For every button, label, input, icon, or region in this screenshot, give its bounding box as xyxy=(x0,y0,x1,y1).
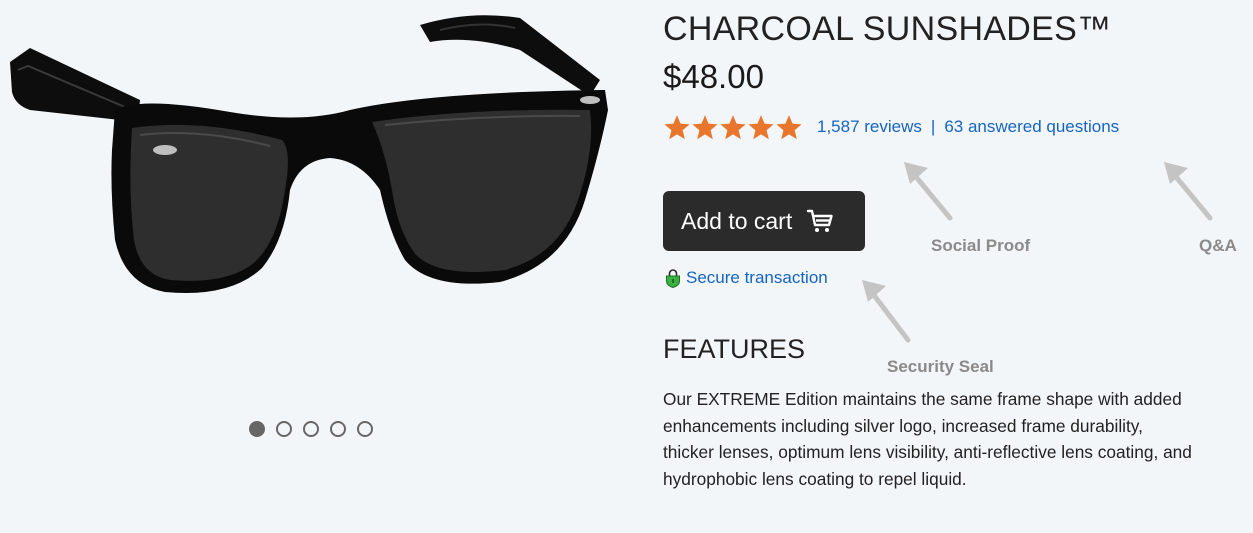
star-icon xyxy=(664,115,690,140)
star-icon xyxy=(720,115,746,140)
star-rating xyxy=(663,113,803,141)
review-links: 1,587 reviews | 63 answered questions xyxy=(817,117,1119,137)
add-to-cart-button[interactable]: Add to cart xyxy=(663,191,865,251)
add-to-cart-label: Add to cart xyxy=(681,207,793,234)
rating-row: 1,587 reviews | 63 answered questions xyxy=(663,113,1119,141)
carousel-dots xyxy=(249,421,373,437)
star-icon xyxy=(748,115,774,140)
secure-transaction-row: Secure transaction xyxy=(665,268,828,288)
product-title: CHARCOAL SUNSHADES™ xyxy=(663,10,1112,48)
sunglasses-image xyxy=(10,15,608,293)
qa-label: Q&A xyxy=(1199,236,1237,255)
carousel-dot-5[interactable] xyxy=(357,421,373,437)
security-seal-label: Security Seal xyxy=(887,357,994,376)
product-details: CHARCOAL SUNSHADES™ $48.00 1,587 reviews… xyxy=(663,0,1253,533)
carousel-dot-1[interactable] xyxy=(249,421,265,437)
link-separator: | xyxy=(930,117,936,136)
features-description: Our EXTREME Edition maintains the same f… xyxy=(663,389,1192,489)
star-icon xyxy=(776,115,802,140)
product-gallery xyxy=(0,0,640,533)
star-icon xyxy=(692,115,718,140)
answered-questions-link[interactable]: 63 answered questions xyxy=(944,117,1119,137)
social-proof-label: Social Proof xyxy=(931,236,1031,255)
features-heading: FEATURES xyxy=(663,334,806,364)
reviews-link[interactable]: 1,587 reviews xyxy=(817,117,922,137)
cart-icon xyxy=(807,209,833,232)
security-seal-arrow-icon xyxy=(862,280,911,343)
qa-arrow-icon xyxy=(1164,162,1213,221)
product-price: $48.00 xyxy=(663,58,764,95)
social-proof-arrow-icon xyxy=(904,162,953,221)
carousel-dot-3[interactable] xyxy=(303,421,319,437)
carousel-dot-2[interactable] xyxy=(276,421,292,437)
carousel-dot-4[interactable] xyxy=(330,421,346,437)
secure-transaction-link[interactable]: Secure transaction xyxy=(686,268,828,288)
shield-lock-icon xyxy=(666,269,680,288)
